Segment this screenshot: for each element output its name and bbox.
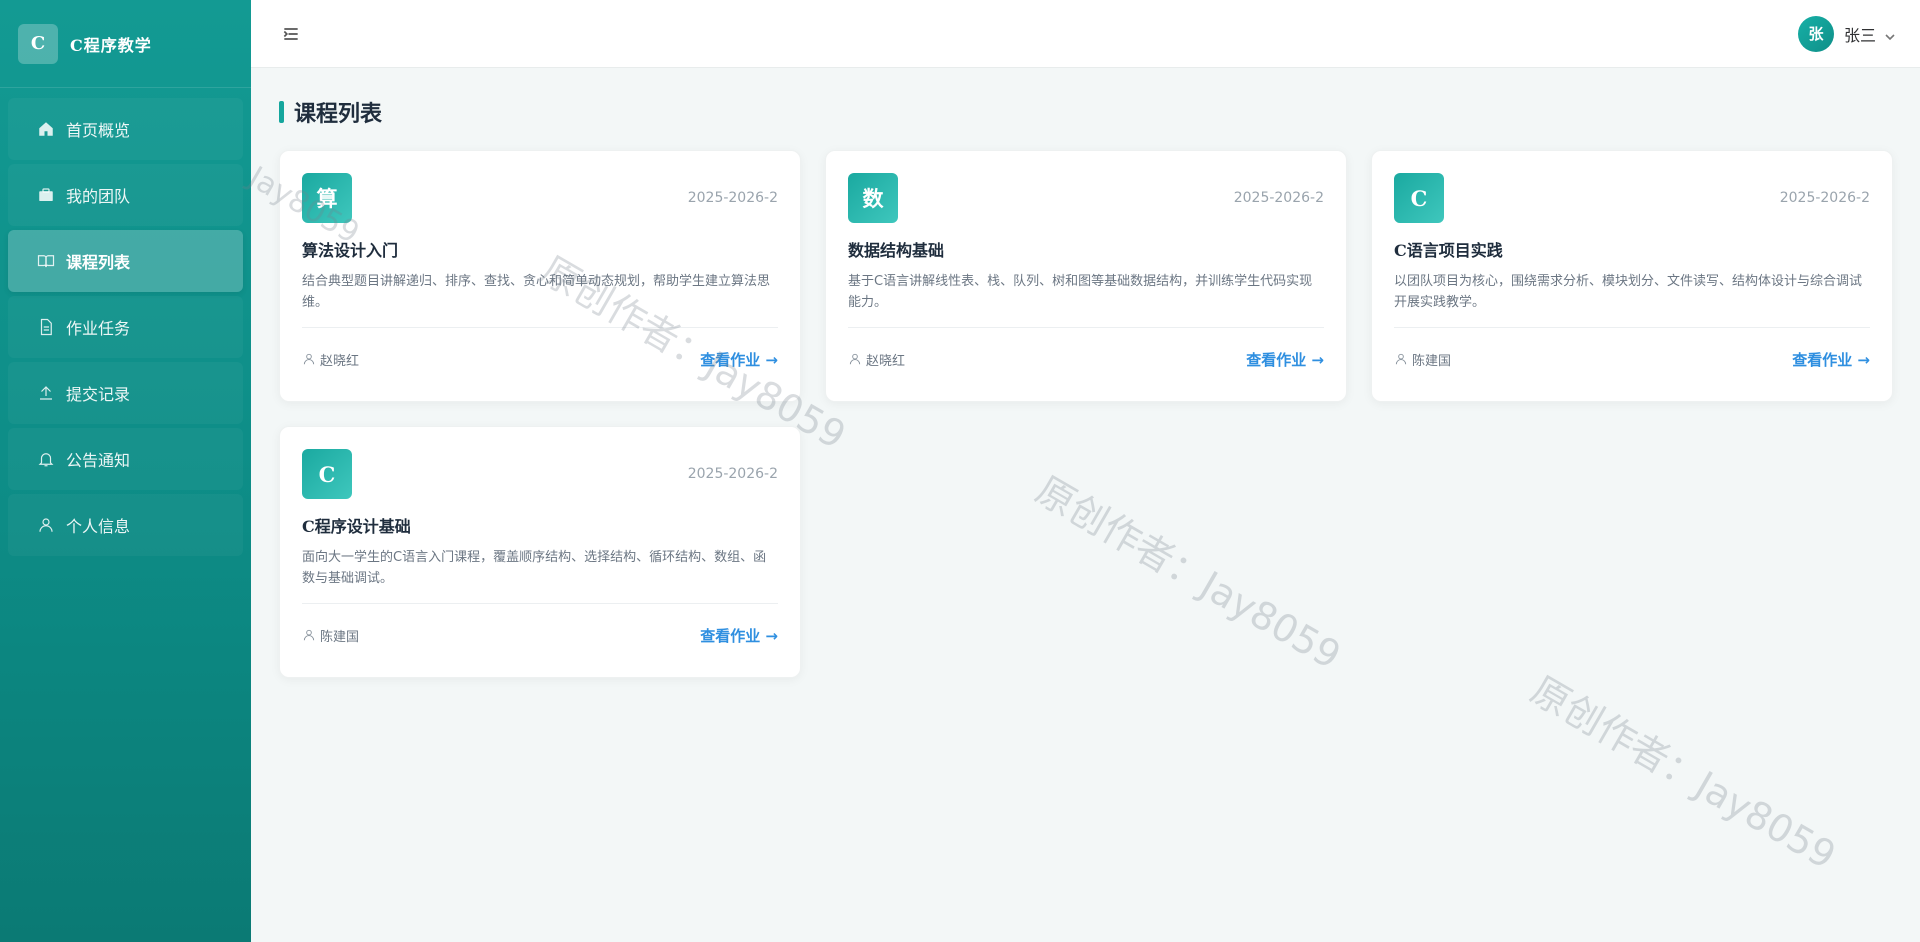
course-icon: C: [1394, 173, 1444, 223]
course-icon: C: [302, 449, 352, 499]
user-icon: [303, 629, 315, 641]
user-icon: [849, 353, 861, 365]
menu-toggle-button[interactable]: [279, 22, 303, 46]
view-assignments-link[interactable]: 查看作业 →: [700, 349, 778, 370]
teacher-name: 陈建国: [1412, 353, 1452, 369]
course-description: 以团队项目为核心，围绕需求分析、模块划分、文件读写、结构体设计与综合调试开展实践…: [1394, 274, 1863, 310]
sidebar-item-submissions[interactable]: 提交记录: [8, 362, 243, 424]
course-teacher: 赵晓红: [848, 350, 905, 369]
view-assignments-link[interactable]: 查看作业 →: [1246, 349, 1324, 370]
course-grid: 算 2025-2026-2 算法设计入门 结合典型题目讲解递归、排序、查找、贪心…: [279, 150, 1893, 678]
sidebar-item-label: 作业任务: [66, 319, 131, 338]
title-accent-bar: [279, 101, 284, 123]
sidebar-item-courses[interactable]: 课程列表: [8, 230, 243, 292]
home-icon: [36, 119, 56, 139]
course-teacher: 陈建国: [1394, 350, 1451, 369]
main-content: 课程列表 算 2025-2026-2 算法设计入门 结合典型题目讲解递归、排序、…: [279, 68, 1893, 942]
sidebar-item-label: 我的团队: [66, 187, 131, 206]
brand-name: C程序教学: [70, 35, 152, 55]
sidebar-item-notices[interactable]: 公告通知: [8, 428, 243, 490]
avatar: 张: [1797, 15, 1834, 52]
sidebar-item-team[interactable]: 我的团队: [8, 164, 243, 226]
course-description: 基于C语言讲解线性表、栈、队列、树和图等基础数据结构，并训练学生代码实现能力。: [848, 274, 1313, 310]
view-assignments-link[interactable]: 查看作业 →: [700, 625, 778, 646]
sidebar-item-label: 提交记录: [66, 385, 131, 404]
course-teacher: 赵晓红: [302, 350, 359, 369]
user-icon: [36, 515, 56, 535]
sidebar-item-assignments[interactable]: 作业任务: [8, 296, 243, 358]
course-title: 算法设计入门: [302, 241, 399, 260]
teacher-name: 赵晓红: [866, 353, 906, 369]
course-term: 2025-2026-2: [687, 466, 778, 482]
username: 张三: [1843, 25, 1876, 45]
course-icon: 数: [848, 173, 898, 223]
course-title: C程序设计基础: [302, 517, 411, 536]
sidebar-nav: 首页概览 我的团队 课程列表 作业任务 提交记录 公告通知 个人信息: [0, 88, 251, 570]
user-dropdown[interactable]: 张 张三: [1797, 15, 1896, 52]
course-card[interactable]: 算 2025-2026-2 算法设计入门 结合典型题目讲解递归、排序、查找、贪心…: [279, 150, 801, 402]
course-teacher: 陈建国: [302, 626, 359, 645]
brand-logo: C: [18, 23, 58, 64]
brand[interactable]: C C程序教学: [0, 0, 251, 88]
course-term: 2025-2026-2: [1233, 190, 1324, 206]
user-icon: [1395, 353, 1407, 365]
collapse-menu-icon: [283, 27, 298, 40]
sidebar-item-label: 个人信息: [66, 517, 131, 536]
briefcase-icon: [36, 185, 56, 205]
course-description: 面向大一学生的C语言入门课程，覆盖顺序结构、选择结构、循环结构、数组、函数与基础…: [302, 550, 767, 586]
teacher-name: 赵晓红: [320, 353, 360, 369]
sidebar-item-label: 课程列表: [66, 253, 131, 272]
page-title: 课程列表: [279, 98, 1893, 127]
user-icon: [303, 353, 315, 365]
course-card[interactable]: C 2025-2026-2 C程序设计基础 面向大一学生的C语言入门课程，覆盖顺…: [279, 426, 801, 678]
upload-icon: [36, 383, 56, 403]
book-icon: [36, 251, 56, 271]
course-card[interactable]: C 2025-2026-2 C语言项目实践 以团队项目为核心，围绕需求分析、模块…: [1371, 150, 1893, 402]
chevron-down-icon: [1884, 28, 1896, 40]
top-header: 张 张三: [251, 0, 1920, 68]
course-term: 2025-2026-2: [687, 190, 778, 206]
app-root: C C程序教学 首页概览 我的团队 课程列表 作业任务 提交记录 公告通知 个人…: [0, 0, 1920, 942]
course-description: 结合典型题目讲解递归、排序、查找、贪心和简单动态规划，帮助学生建立算法思维。: [302, 274, 771, 310]
sidebar-item-home[interactable]: 首页概览: [8, 98, 243, 160]
course-icon: 算: [302, 173, 352, 223]
view-assignments-link[interactable]: 查看作业 →: [1792, 349, 1870, 370]
sidebar: C C程序教学 首页概览 我的团队 课程列表 作业任务 提交记录 公告通知 个人…: [0, 0, 251, 942]
course-card[interactable]: 数 2025-2026-2 数据结构基础 基于C语言讲解线性表、栈、队列、树和图…: [825, 150, 1347, 402]
sidebar-item-label: 公告通知: [66, 451, 131, 470]
course-title: 数据结构基础: [848, 241, 945, 260]
bell-icon: [36, 449, 56, 469]
sidebar-item-profile[interactable]: 个人信息: [8, 494, 243, 556]
teacher-name: 陈建国: [320, 629, 360, 645]
page-title-text: 课程列表: [294, 101, 383, 127]
document-icon: [36, 317, 56, 337]
course-title: C语言项目实践: [1394, 241, 1503, 260]
course-term: 2025-2026-2: [1779, 190, 1870, 206]
sidebar-item-label: 首页概览: [66, 121, 131, 140]
